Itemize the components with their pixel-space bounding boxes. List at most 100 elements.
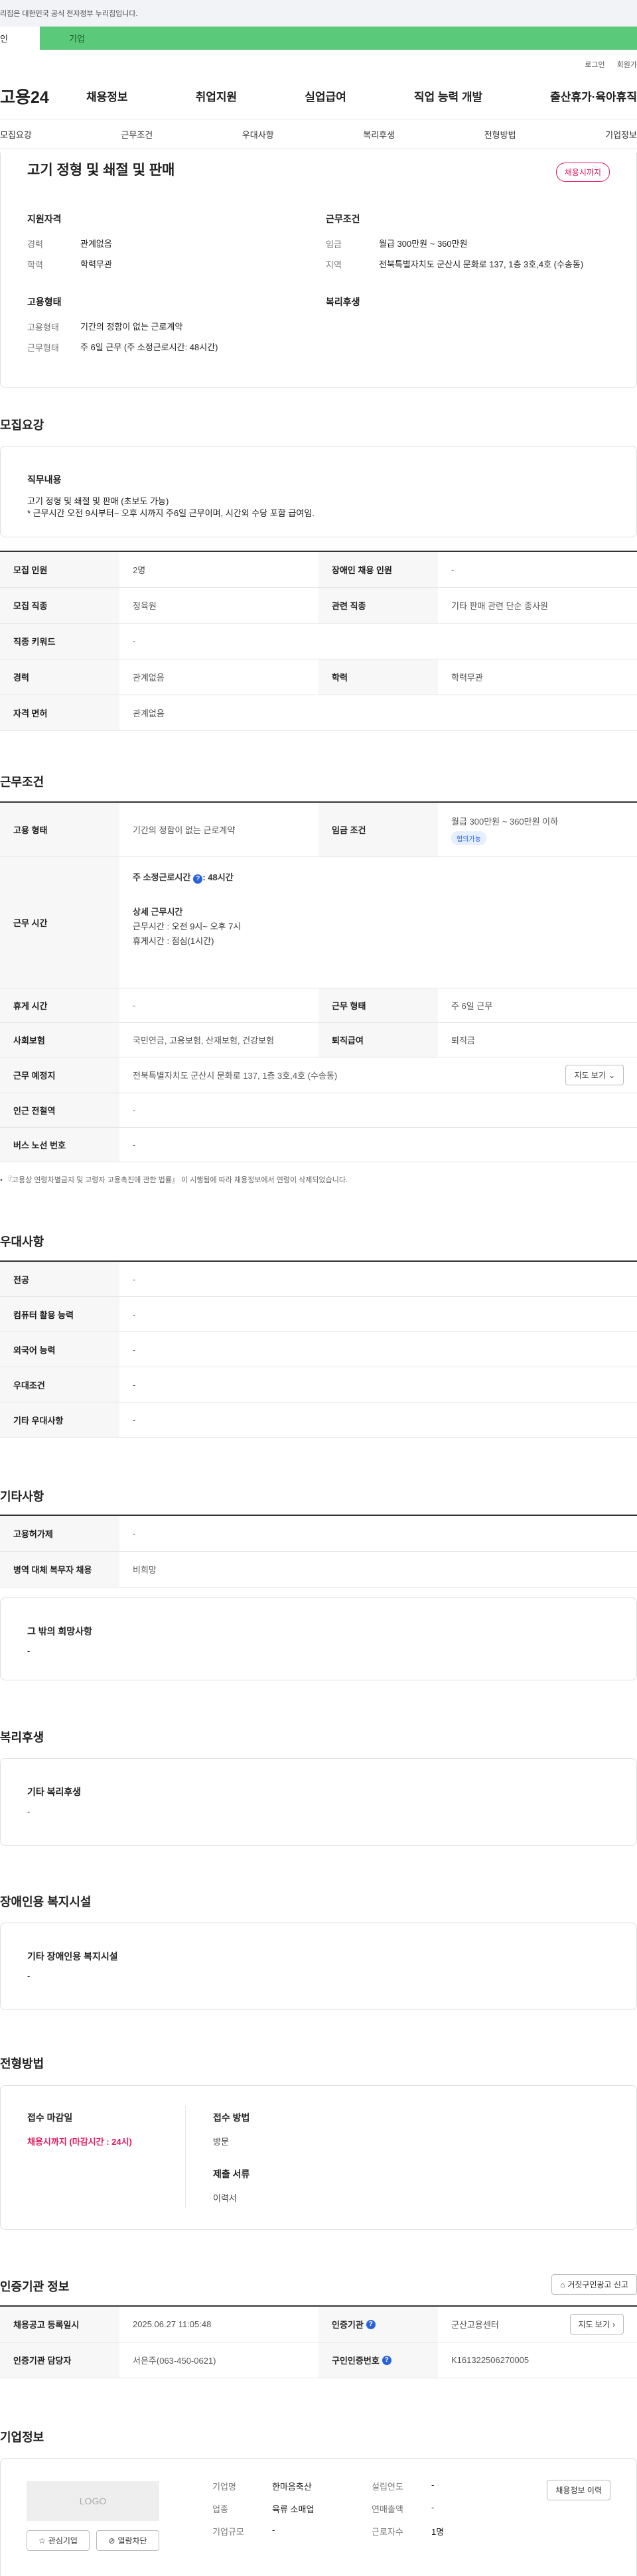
qualification-block: 지원자격 경력 관계없음 학력 학력무관 [27, 212, 313, 279]
favorite-company-button[interactable]: ☆ 관심기업 [27, 2530, 90, 2551]
prefer-section-title: 우대사항 [0, 1235, 44, 1249]
org-value: 군산고용센터 [451, 2320, 499, 2330]
summary-key: 고용형태 [27, 322, 59, 332]
gnb-menu: 채용정보 취업지원 실업급여 직업 능력 개발 출산휴가·육아휴직 [86, 88, 637, 104]
company-section-title: 기업정보 [0, 2431, 44, 2444]
tab-company[interactable]: 기업 [40, 27, 637, 50]
gnb-item[interactable]: 실업급여 [305, 88, 346, 104]
employment-heading: 고용형태 [27, 297, 62, 307]
subnav-item[interactable]: 우대사항 [242, 128, 274, 141]
table-cell: - [133, 1379, 136, 1390]
deadline-block: 접수 마감일 채용시까지 (마감시간 : 24시) [27, 2111, 132, 2147]
welfare-heading: 복리후생 [326, 297, 360, 307]
subnav-item[interactable]: 모집요강 [0, 128, 32, 141]
table-cell: 국민연금, 고용보험, 산재보험, 건강보험 [133, 1036, 275, 1046]
report-fake-ad-button[interactable]: ⌂ 거짓구인광고 신고 [551, 2274, 637, 2295]
table-row: 모집 인원 2명 장애인 채용 인원 - [0, 552, 637, 588]
docs-heading: 제출 서류 [213, 2169, 250, 2179]
map-view-button[interactable]: 지도 보기 ⌄ [565, 1065, 624, 1085]
summary-value: 관계없음 [80, 239, 112, 249]
num-header-label: 구인인증번호 [332, 2356, 380, 2366]
summary-row: 지역 전북특별자치도 군산시 문화로 137, 1층 3호,4호 (수송동) [326, 258, 611, 271]
company-value: - [431, 2502, 435, 2512]
map-view-label: 지도 보기 [574, 1071, 606, 1080]
subnav-item[interactable]: 복리후생 [363, 128, 395, 141]
deadline-value: 채용시까지 (마감시간 : 24시) [27, 2137, 132, 2147]
gnb-item[interactable]: 출산휴가·육아휴직 [550, 88, 637, 104]
table-cell: 비희망 [133, 1565, 157, 1575]
welfare-block: 복리후생 [326, 295, 611, 320]
table-header: 고용허가제 [0, 1516, 119, 1551]
table-row: 전공 - [0, 1262, 637, 1297]
table-header: 경력 [0, 659, 119, 695]
table-header: 근무 예정지 [0, 1057, 119, 1093]
info-icon[interactable]: ? [382, 2355, 391, 2365]
star-icon: ☆ [38, 2536, 46, 2545]
info-icon[interactable]: ? [193, 874, 203, 884]
table-header: 인근 전철역 [0, 1093, 119, 1127]
table-header: 모집 직종 [0, 588, 119, 623]
company-key: 기업규모 [212, 2527, 244, 2537]
gnb-item[interactable]: 채용정보 [86, 88, 128, 104]
subnav-item[interactable]: 기업정보 [605, 128, 637, 141]
table-header: 외국어 능력 [0, 1332, 119, 1367]
company-info-grid: 기업명 한마음축산 설립연도 - 업종 육류 소매업 연매출액 - 기업규모 - 근로자수… [212, 2480, 478, 2547]
table-header: 직종 키워드 [0, 624, 119, 659]
site-logo[interactable]: 고용24 [0, 84, 86, 108]
company-key: 기업명 [212, 2482, 236, 2492]
wage-cell: 월급 300만원 ~ 360만원 이하 협의가능 [438, 803, 637, 856]
recruit-section-title: 모집요강 [0, 419, 44, 432]
method-block: 접수 방법 방문 제출 서류 이력서 [213, 2111, 249, 2204]
table-header: 사회보험 [0, 1023, 119, 1057]
selection-card: 접수 마감일 채용시까지 (마감시간 : 24시) 접수 방법 방문 제출 서류… [0, 2085, 637, 2230]
summary-key: 근무형태 [27, 343, 59, 353]
company-row: 업종 육류 소매업 연매출액 - [212, 2502, 478, 2525]
age-note-text: 『고용상 연령차별금지 및 고령자 고용촉진에 관한 법률』 이 시행됨에 따라… [4, 1176, 348, 1184]
summary-row: 학력 학력무관 [27, 258, 313, 271]
age-note: • 『고용상 연령차별금지 및 고령자 고용촉진에 관한 법률』 이 시행됨에 … [0, 1176, 348, 1184]
login-link[interactable]: 로그인 [585, 59, 604, 70]
table-row: 채용공고 등록일시 2025.06.27 11:05:48 인증기관? 군산고용… [0, 2307, 637, 2342]
hours-detail-line: 근무시간 : 오전 9시~ 오후 7시 [133, 921, 242, 931]
table-cell: 2명 [133, 565, 146, 575]
table-cell: - [133, 1140, 136, 1150]
table-row: 휴게 시간 - 근무 형태 주 6일 근무 [0, 988, 637, 1023]
gnb-item[interactable]: 취업지원 [196, 88, 238, 104]
table-row: 근무 예정지 전북특별자치도 군산시 문화로 137, 1층 3호,4호 (수송… [0, 1057, 637, 1093]
disabled-card: 기타 장애인용 복지시설 - [0, 1923, 637, 2010]
table-row: 우대조건 - [0, 1367, 637, 1402]
table-header: 인증기관? [318, 2307, 438, 2342]
prefer-table: 전공 - 컴퓨터 활용 능력 - 외국어 능력 - 우대조건 - 기타 우대사항 - [0, 1260, 637, 1438]
subnav-item[interactable]: 전형방법 [484, 128, 516, 141]
subnav-item[interactable]: 근무조건 [121, 128, 153, 141]
info-icon[interactable]: ? [366, 2319, 376, 2329]
summary-value: 학력무관 [80, 259, 112, 269]
block-view-button[interactable]: ⊘ 열람차단 [96, 2530, 159, 2551]
company-key: 근로자수 [372, 2527, 403, 2537]
duty-line: 고기 정형 및 쇄절 및 판매 (초보도 가능) [27, 496, 169, 506]
company-row: 기업명 한마음축산 설립연도 - [212, 2480, 478, 2502]
org-map-button[interactable]: 지도 보기 › [569, 2314, 624, 2335]
other-table: 고용허가제 - 병역 대체 복무자 채용 비희망 [0, 1515, 637, 1588]
wish-value: - [27, 1646, 31, 1656]
welfare-card-value: - [27, 1806, 31, 1816]
table-cell: 관계없음 [133, 709, 165, 718]
table-header: 병역 대체 복무자 채용 [0, 1552, 119, 1587]
tab-personal[interactable]: 인 [0, 27, 40, 50]
signup-link[interactable]: 회원가 [617, 59, 637, 70]
table-row: 병역 대체 복무자 채용 비희망 [0, 1552, 637, 1588]
table-cell: 서은주(063-450-0621) [133, 2356, 216, 2366]
block-label: 열람차단 [117, 2536, 147, 2545]
block-icon: ⊘ [108, 2536, 115, 2545]
chevron-right-icon: › [612, 2319, 615, 2329]
company-logo: LOGO [27, 2481, 159, 2521]
table-row: 근무 시간 주 소정근로시간?: 48시간 상세 근무시간 근무시간 : 오전 … [0, 857, 637, 988]
summary-value: 전북특별자치도 군산시 문화로 137, 1층 3호,4호 (수송동) [379, 259, 584, 269]
disabled-card-value: - [27, 1971, 31, 1981]
company-key: 업종 [212, 2504, 228, 2514]
table-row: 사회보험 국민연금, 고용보험, 산재보험, 건강보험 퇴직급여 퇴직금 [0, 1023, 637, 1057]
gnb-item[interactable]: 직업 능력 개발 [414, 88, 482, 104]
summary-value: 주 6일 근무 (주 소정근로시간: 48시간) [80, 342, 218, 352]
company-value: 육류 소매업 [272, 2504, 315, 2514]
job-history-button[interactable]: 채용정보 이력 [547, 2480, 610, 2500]
